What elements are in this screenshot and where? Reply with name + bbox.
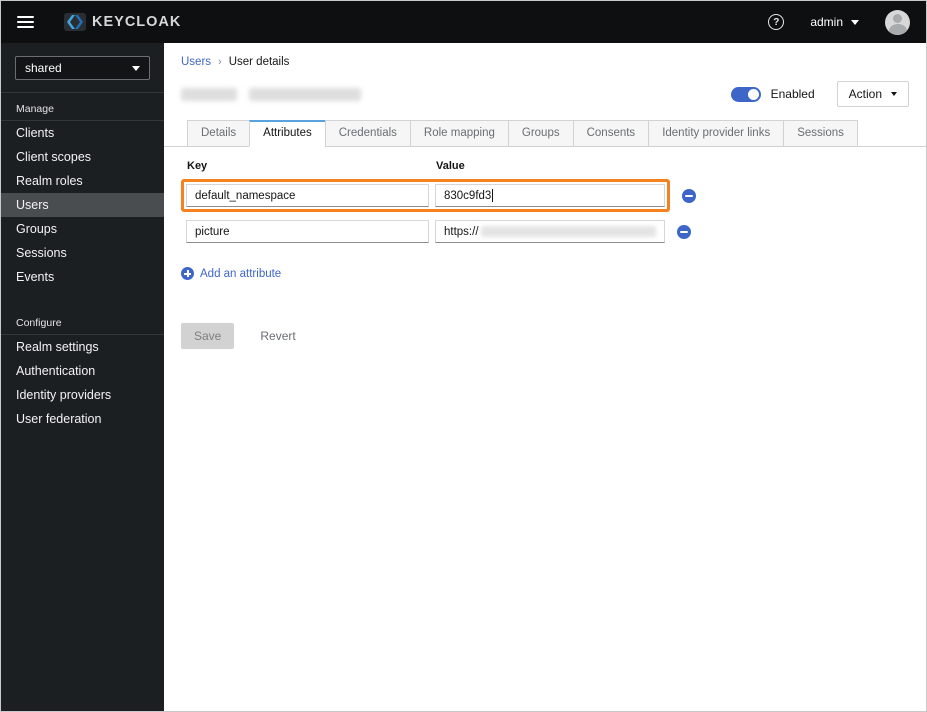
attribute-value-input[interactable]: https://: [435, 220, 665, 243]
sidebar-item-user-federation[interactable]: User federation: [1, 407, 164, 431]
breadcrumb-current: User details: [228, 56, 290, 68]
attributes-panel: Key Value default_namespace 830c9fd3 pic…: [164, 147, 926, 349]
realm-selector[interactable]: shared: [15, 56, 150, 80]
sidebar-item-client-scopes[interactable]: Client scopes: [1, 145, 164, 169]
remove-attribute-minus-icon[interactable]: [677, 224, 691, 239]
tab-bar: Details Attributes Credentials Role mapp…: [164, 120, 926, 147]
main-content: Users › User details Enabled Action Deta…: [164, 43, 926, 711]
save-button[interactable]: Save: [181, 323, 235, 349]
page-title-row: Enabled Action: [164, 68, 926, 107]
sidebar-item-groups[interactable]: Groups: [1, 217, 164, 241]
key-column-header: Key: [187, 160, 208, 172]
tab-sessions[interactable]: Sessions: [783, 120, 858, 147]
chevron-down-icon: [132, 65, 140, 71]
sidebar-item-users[interactable]: Users: [1, 193, 164, 217]
tab-consents[interactable]: Consents: [572, 120, 650, 147]
action-dropdown-button[interactable]: Action: [836, 81, 909, 107]
user-menu[interactable]: admin: [810, 15, 859, 29]
sidebar-item-identity-providers[interactable]: Identity providers: [1, 383, 164, 407]
attribute-key-text: picture: [195, 225, 230, 238]
masthead: KEYCLOAK ? admin: [1, 1, 926, 43]
breadcrumb-users-link[interactable]: Users: [181, 56, 211, 68]
sidebar-item-events[interactable]: Events: [1, 265, 164, 289]
tab-credentials[interactable]: Credentials: [324, 120, 411, 147]
attribute-value-text: https://: [444, 225, 479, 238]
tab-details[interactable]: Details: [187, 120, 251, 147]
remove-attribute-minus-icon[interactable]: [682, 188, 696, 203]
brand-name: KEYCLOAK: [92, 14, 182, 30]
value-column-header: Value: [436, 160, 465, 172]
highlight-annotation-box: default_namespace 830c9fd3: [181, 179, 670, 212]
chevron-down-icon: [891, 92, 897, 96]
enabled-label: Enabled: [770, 87, 815, 101]
attribute-key-text: default_namespace: [195, 189, 296, 202]
username: admin: [810, 15, 843, 29]
keycloak-admin-window: KEYCLOAK ? admin shared Manage Clients C…: [0, 0, 927, 712]
page-title-redacted: [249, 87, 361, 101]
chevron-down-icon: [851, 19, 859, 25]
text-cursor: [492, 189, 494, 202]
breadcrumb: Users › User details: [164, 43, 926, 68]
tab-identity-provider-links[interactable]: Identity provider links: [648, 120, 785, 147]
sidebar-item-clients[interactable]: Clients: [1, 121, 164, 145]
enabled-toggle[interactable]: [730, 86, 761, 102]
avatar[interactable]: [885, 9, 910, 35]
form-actions: Save Revert: [181, 323, 909, 349]
table-row: picture https://: [181, 215, 909, 248]
sidebar: shared Manage Clients Client scopes Real…: [1, 43, 164, 711]
attribute-key-input[interactable]: default_namespace: [186, 184, 429, 207]
breadcrumb-separator: ›: [218, 56, 222, 68]
sidebar-item-sessions[interactable]: Sessions: [1, 241, 164, 265]
hamburger-menu-icon[interactable]: [17, 16, 34, 28]
plus-circle-icon: [181, 267, 194, 280]
tab-groups[interactable]: Groups: [507, 120, 574, 147]
nav-section-manage: Manage: [16, 103, 54, 115]
add-attribute-label: Add an attribute: [200, 267, 282, 280]
sidebar-item-authentication[interactable]: Authentication: [1, 359, 164, 383]
revert-button[interactable]: Revert: [260, 329, 295, 343]
nav-section-configure: Configure: [16, 317, 62, 329]
table-row: default_namespace 830c9fd3: [181, 179, 909, 212]
tab-attributes[interactable]: Attributes: [249, 120, 326, 147]
help-icon[interactable]: ?: [768, 14, 785, 30]
keycloak-logo: KEYCLOAK: [62, 12, 181, 32]
realm-selector-value: shared: [25, 61, 62, 75]
attributes-table-headers: Key Value: [187, 160, 909, 172]
page-title-redacted: [181, 87, 237, 101]
sidebar-item-realm-settings[interactable]: Realm settings: [1, 335, 164, 359]
action-dropdown-label: Action: [848, 87, 882, 101]
attribute-value-input[interactable]: 830c9fd3: [435, 184, 665, 207]
attribute-key-input[interactable]: picture: [186, 220, 429, 243]
keycloak-logo-icon: [64, 13, 86, 31]
attribute-value-text: 830c9fd3: [444, 189, 492, 202]
sidebar-item-realm-roles[interactable]: Realm roles: [1, 169, 164, 193]
tab-role-mapping[interactable]: Role mapping: [409, 120, 509, 147]
redacted-url-blur: [480, 226, 656, 237]
add-attribute-link[interactable]: Add an attribute: [181, 267, 281, 280]
